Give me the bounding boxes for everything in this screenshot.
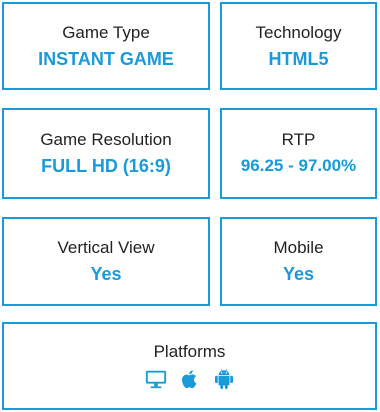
mobile-card: Mobile Yes: [220, 217, 377, 306]
vertical-view-label: Vertical View: [57, 238, 155, 257]
rtp-card: RTP 96.25 - 97.00%: [220, 108, 377, 199]
game-resolution-card: Game Resolution FULL HD (16:9): [2, 108, 210, 199]
game-type-label: Game Type: [62, 22, 150, 42]
technology-value: HTML5: [268, 48, 329, 69]
game-resolution-label: Game Resolution: [40, 130, 172, 149]
mobile-value: Yes: [282, 264, 315, 284]
rtp-label: RTP: [281, 130, 316, 149]
technology-label: Technology: [255, 22, 342, 42]
apple-icon: [181, 370, 196, 389]
game-type-card: Game Type INSTANT GAME: [2, 2, 210, 90]
desktop-icon: [145, 370, 166, 389]
game-type-value: INSTANT GAME: [38, 48, 174, 69]
game-resolution-value: FULL HD (16:9): [41, 156, 171, 176]
platforms-label: Platforms: [153, 342, 226, 361]
technology-card: Technology HTML5: [220, 2, 377, 90]
android-icon: [214, 368, 233, 390]
rtp-value: 96.25 - 97.00%: [240, 156, 357, 175]
platforms-card: Platforms: [2, 322, 377, 410]
mobile-label: Mobile: [273, 238, 324, 257]
vertical-view-value: Yes: [90, 264, 122, 284]
platform-icons: [145, 368, 235, 390]
vertical-view-card: Vertical View Yes: [2, 217, 210, 306]
